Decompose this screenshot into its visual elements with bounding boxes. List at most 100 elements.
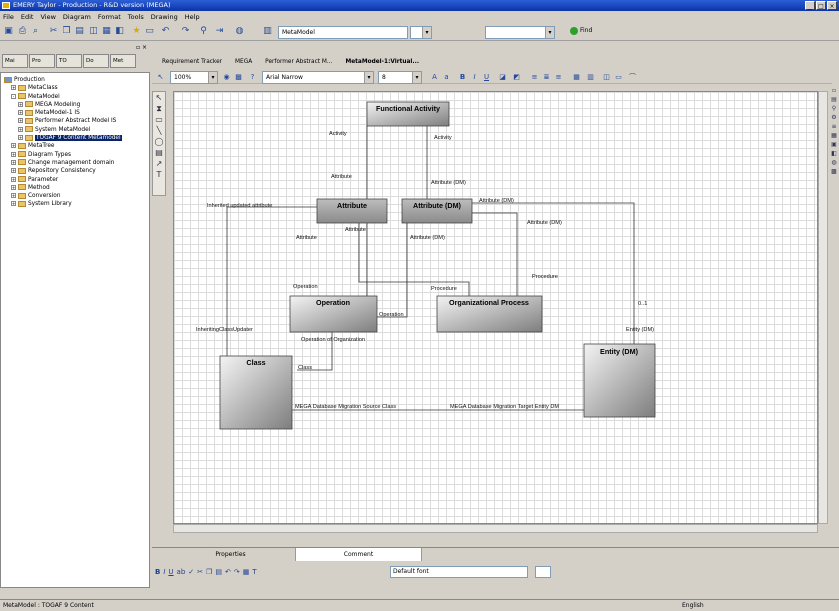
undo-icon[interactable]: ↶ [225, 568, 231, 576]
expand-icon[interactable]: + [18, 110, 23, 116]
table-icon[interactable]: ▦ [243, 568, 250, 576]
layers-icon[interactable]: ▤ [830, 95, 838, 104]
panel-icon[interactable]: ▫ [830, 86, 838, 95]
grow-font-icon[interactable]: A [430, 72, 439, 82]
bold-icon[interactable]: B [155, 568, 160, 576]
horizontal-scrollbar[interactable] [173, 524, 818, 533]
link-attribute-dm-operation[interactable] [377, 223, 408, 318]
cut-icon[interactable]: ✂ [48, 26, 59, 37]
box-organizational-process[interactable]: Organizational Process [436, 295, 543, 333]
tab-mega[interactable]: MEGA [235, 55, 252, 69]
cut-icon[interactable]: ✂ [197, 568, 203, 576]
tree-item[interactable]: + Method [1, 184, 149, 192]
link-attribute-dm-entity[interactable] [472, 202, 635, 368]
explore-icon[interactable]: ◧ [114, 26, 125, 37]
find-label[interactable]: Find [580, 25, 592, 36]
collapse-icon[interactable]: - [11, 93, 16, 99]
view-icon[interactable]: ◉ [222, 72, 231, 82]
spellcheck-icon[interactable]: ✓ [188, 568, 194, 576]
zoom-combo[interactable]: 100% ▾ [170, 71, 218, 84]
color-icon[interactable]: ◍ [830, 158, 838, 167]
box-operation[interactable]: Operation [289, 295, 378, 333]
lock-icon[interactable]: ▣ [830, 140, 838, 149]
layout-icon[interactable]: ▭ [144, 26, 155, 37]
distribute-icon[interactable]: ▥ [586, 72, 595, 82]
tree-item[interactable]: + MetaTree [1, 142, 149, 150]
menu-tools[interactable]: Tools [128, 11, 144, 23]
link-icon[interactable]: ↗ [153, 158, 165, 169]
tab-main[interactable]: Mai [2, 54, 28, 68]
comment-font-combo[interactable]: Default font [390, 566, 528, 578]
italic-icon[interactable]: I [470, 72, 479, 82]
font-combo[interactable]: Arial Narrow ▾ [262, 71, 374, 84]
menu-format[interactable]: Format [98, 11, 121, 23]
pointer-icon[interactable]: ↖ [156, 72, 165, 82]
align-right-icon[interactable]: ≡ [554, 72, 563, 82]
pin-icon[interactable]: ▫ [136, 44, 140, 51]
diagram-canvas[interactable]: Functional Activity Attribute Attribute … [173, 91, 818, 524]
expand-icon[interactable]: + [11, 168, 16, 174]
expand-icon[interactable]: + [11, 176, 16, 182]
tree-item[interactable]: + TOGAF 9 Content Metamodel [1, 134, 149, 142]
metamodel-combo[interactable]: MetaModel [278, 26, 408, 39]
strikethrough-icon[interactable]: ab [177, 568, 186, 576]
text-icon[interactable]: T [153, 169, 165, 180]
line-color-icon[interactable]: ◩ [512, 72, 521, 82]
shape-icon[interactable]: ▭ [614, 72, 623, 82]
favorite-icon[interactable]: ★ [131, 26, 142, 37]
ellipse-icon[interactable]: ◯ [153, 136, 165, 147]
expand-icon[interactable]: + [18, 101, 23, 107]
expand-icon[interactable]: + [18, 126, 23, 132]
maximize-button[interactable]: □ [816, 1, 826, 10]
tree-item[interactable]: + System MetaModel [1, 126, 149, 134]
tree-item[interactable]: + Diagram Types [1, 151, 149, 159]
shrink-font-icon[interactable]: a [442, 72, 451, 82]
tab-documents[interactable]: Do [83, 54, 109, 68]
expand-icon[interactable]: + [18, 135, 23, 141]
box-class[interactable]: Class [219, 355, 293, 430]
tab-requirement-tracker[interactable]: Requirement Tracker [162, 55, 222, 69]
paste-icon[interactable]: ▤ [215, 568, 222, 576]
properties-icon[interactable]: ▦ [101, 26, 112, 37]
web-icon[interactable]: ◍ [234, 26, 245, 37]
close-panel-icon[interactable]: × [142, 44, 147, 51]
line-icon[interactable]: ╲ [153, 125, 165, 136]
minimize-button[interactable]: _ [805, 1, 815, 10]
tab-metamodel[interactable]: Met [110, 54, 136, 68]
box-functional-activity[interactable]: Functional Activity [366, 101, 450, 127]
group-icon[interactable]: ▦ [830, 131, 838, 140]
redo-icon[interactable]: ↷ [234, 568, 240, 576]
format-painter-icon[interactable]: ◫ [602, 72, 611, 82]
find-combo[interactable]: ▾ [485, 26, 555, 39]
redo-icon[interactable]: ↷ [180, 26, 191, 37]
navigate-icon[interactable]: ⇥ [214, 26, 225, 37]
close-button[interactable]: × [827, 1, 837, 10]
box-attribute-dm[interactable]: Attribute (DM) [401, 198, 473, 224]
expand-icon[interactable]: + [11, 184, 16, 190]
select-icon[interactable]: ↖ [153, 92, 165, 103]
menu-diagram[interactable]: Diagram [63, 11, 91, 23]
expand-icon[interactable]: + [11, 151, 16, 157]
box-icon[interactable]: ▭ [153, 114, 165, 125]
vertical-scrollbar[interactable] [818, 91, 828, 524]
tab-properties[interactable]: Properties [166, 548, 296, 561]
tab-performer-abstract[interactable]: Performer Abstract M... [265, 55, 332, 69]
expand-icon[interactable]: + [11, 159, 16, 165]
metamodel-dropdown[interactable]: ▾ [410, 26, 432, 39]
expand-icon[interactable]: + [18, 118, 23, 124]
tree-item[interactable]: + MetaClass [1, 84, 149, 92]
zoom-icon[interactable]: ⚲ [830, 104, 838, 113]
note-icon[interactable]: ▤ [153, 147, 165, 158]
tree-item[interactable]: + Repository Consistency [1, 167, 149, 175]
align-center-icon[interactable]: ≣ [542, 72, 551, 82]
print-preview-icon[interactable]: ⌕ [30, 26, 41, 37]
tree-item[interactable]: - MetaModel [1, 93, 149, 101]
query-icon[interactable]: ⚲ [198, 26, 209, 37]
fill-color-icon[interactable]: ◪ [498, 72, 507, 82]
tree-item[interactable]: + Conversion [1, 192, 149, 200]
help-icon[interactable]: ? [248, 72, 257, 82]
grid-icon[interactable]: ▩ [830, 167, 838, 176]
align-left-icon[interactable]: ≡ [530, 72, 539, 82]
save-icon[interactable]: ▣ [3, 26, 14, 37]
box-attribute[interactable]: Attribute [316, 198, 388, 224]
